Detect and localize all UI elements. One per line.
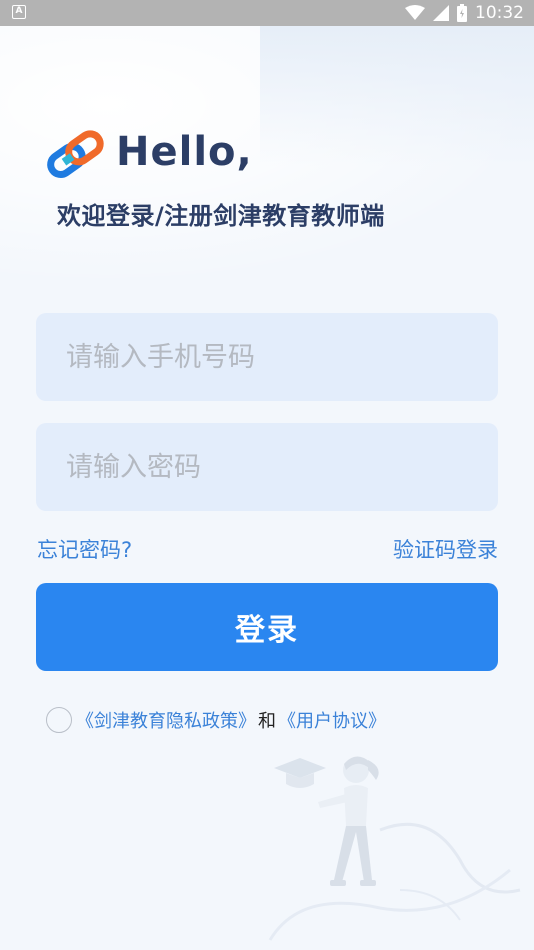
wifi-icon — [405, 5, 425, 20]
user-agreement-link[interactable]: 《用户协议》 — [278, 707, 386, 733]
phone-input[interactable] — [36, 313, 498, 401]
status-icons: 10:32 — [405, 0, 524, 26]
greeting-title: Hello, — [116, 129, 253, 175]
agreement-and-text: 和 — [258, 711, 276, 732]
app-logo-icon — [47, 130, 104, 179]
teacher-illustration-icon — [268, 756, 521, 941]
welcome-subtitle: 欢迎登录/注册剑津教育教师端 — [57, 202, 385, 230]
login-button[interactable]: 登录 — [36, 583, 498, 671]
status-bar: A 10:32 — [0, 0, 534, 26]
agreement-checkbox[interactable] — [46, 707, 72, 733]
code-login-link[interactable]: 验证码登录 — [393, 534, 498, 564]
privacy-policy-link[interactable]: 《剑津教育隐私政策》 — [76, 707, 256, 733]
notification-icon: A — [12, 5, 26, 19]
background-glow-right — [260, 26, 534, 166]
status-time: 10:32 — [475, 3, 524, 23]
password-input[interactable] — [36, 423, 498, 511]
agreement-row: 《剑津教育隐私政策》 和 《用户协议》 — [46, 705, 386, 735]
battery-icon — [457, 4, 467, 22]
forgot-password-link[interactable]: 忘记密码? — [37, 534, 132, 564]
signal-icon — [433, 5, 449, 21]
